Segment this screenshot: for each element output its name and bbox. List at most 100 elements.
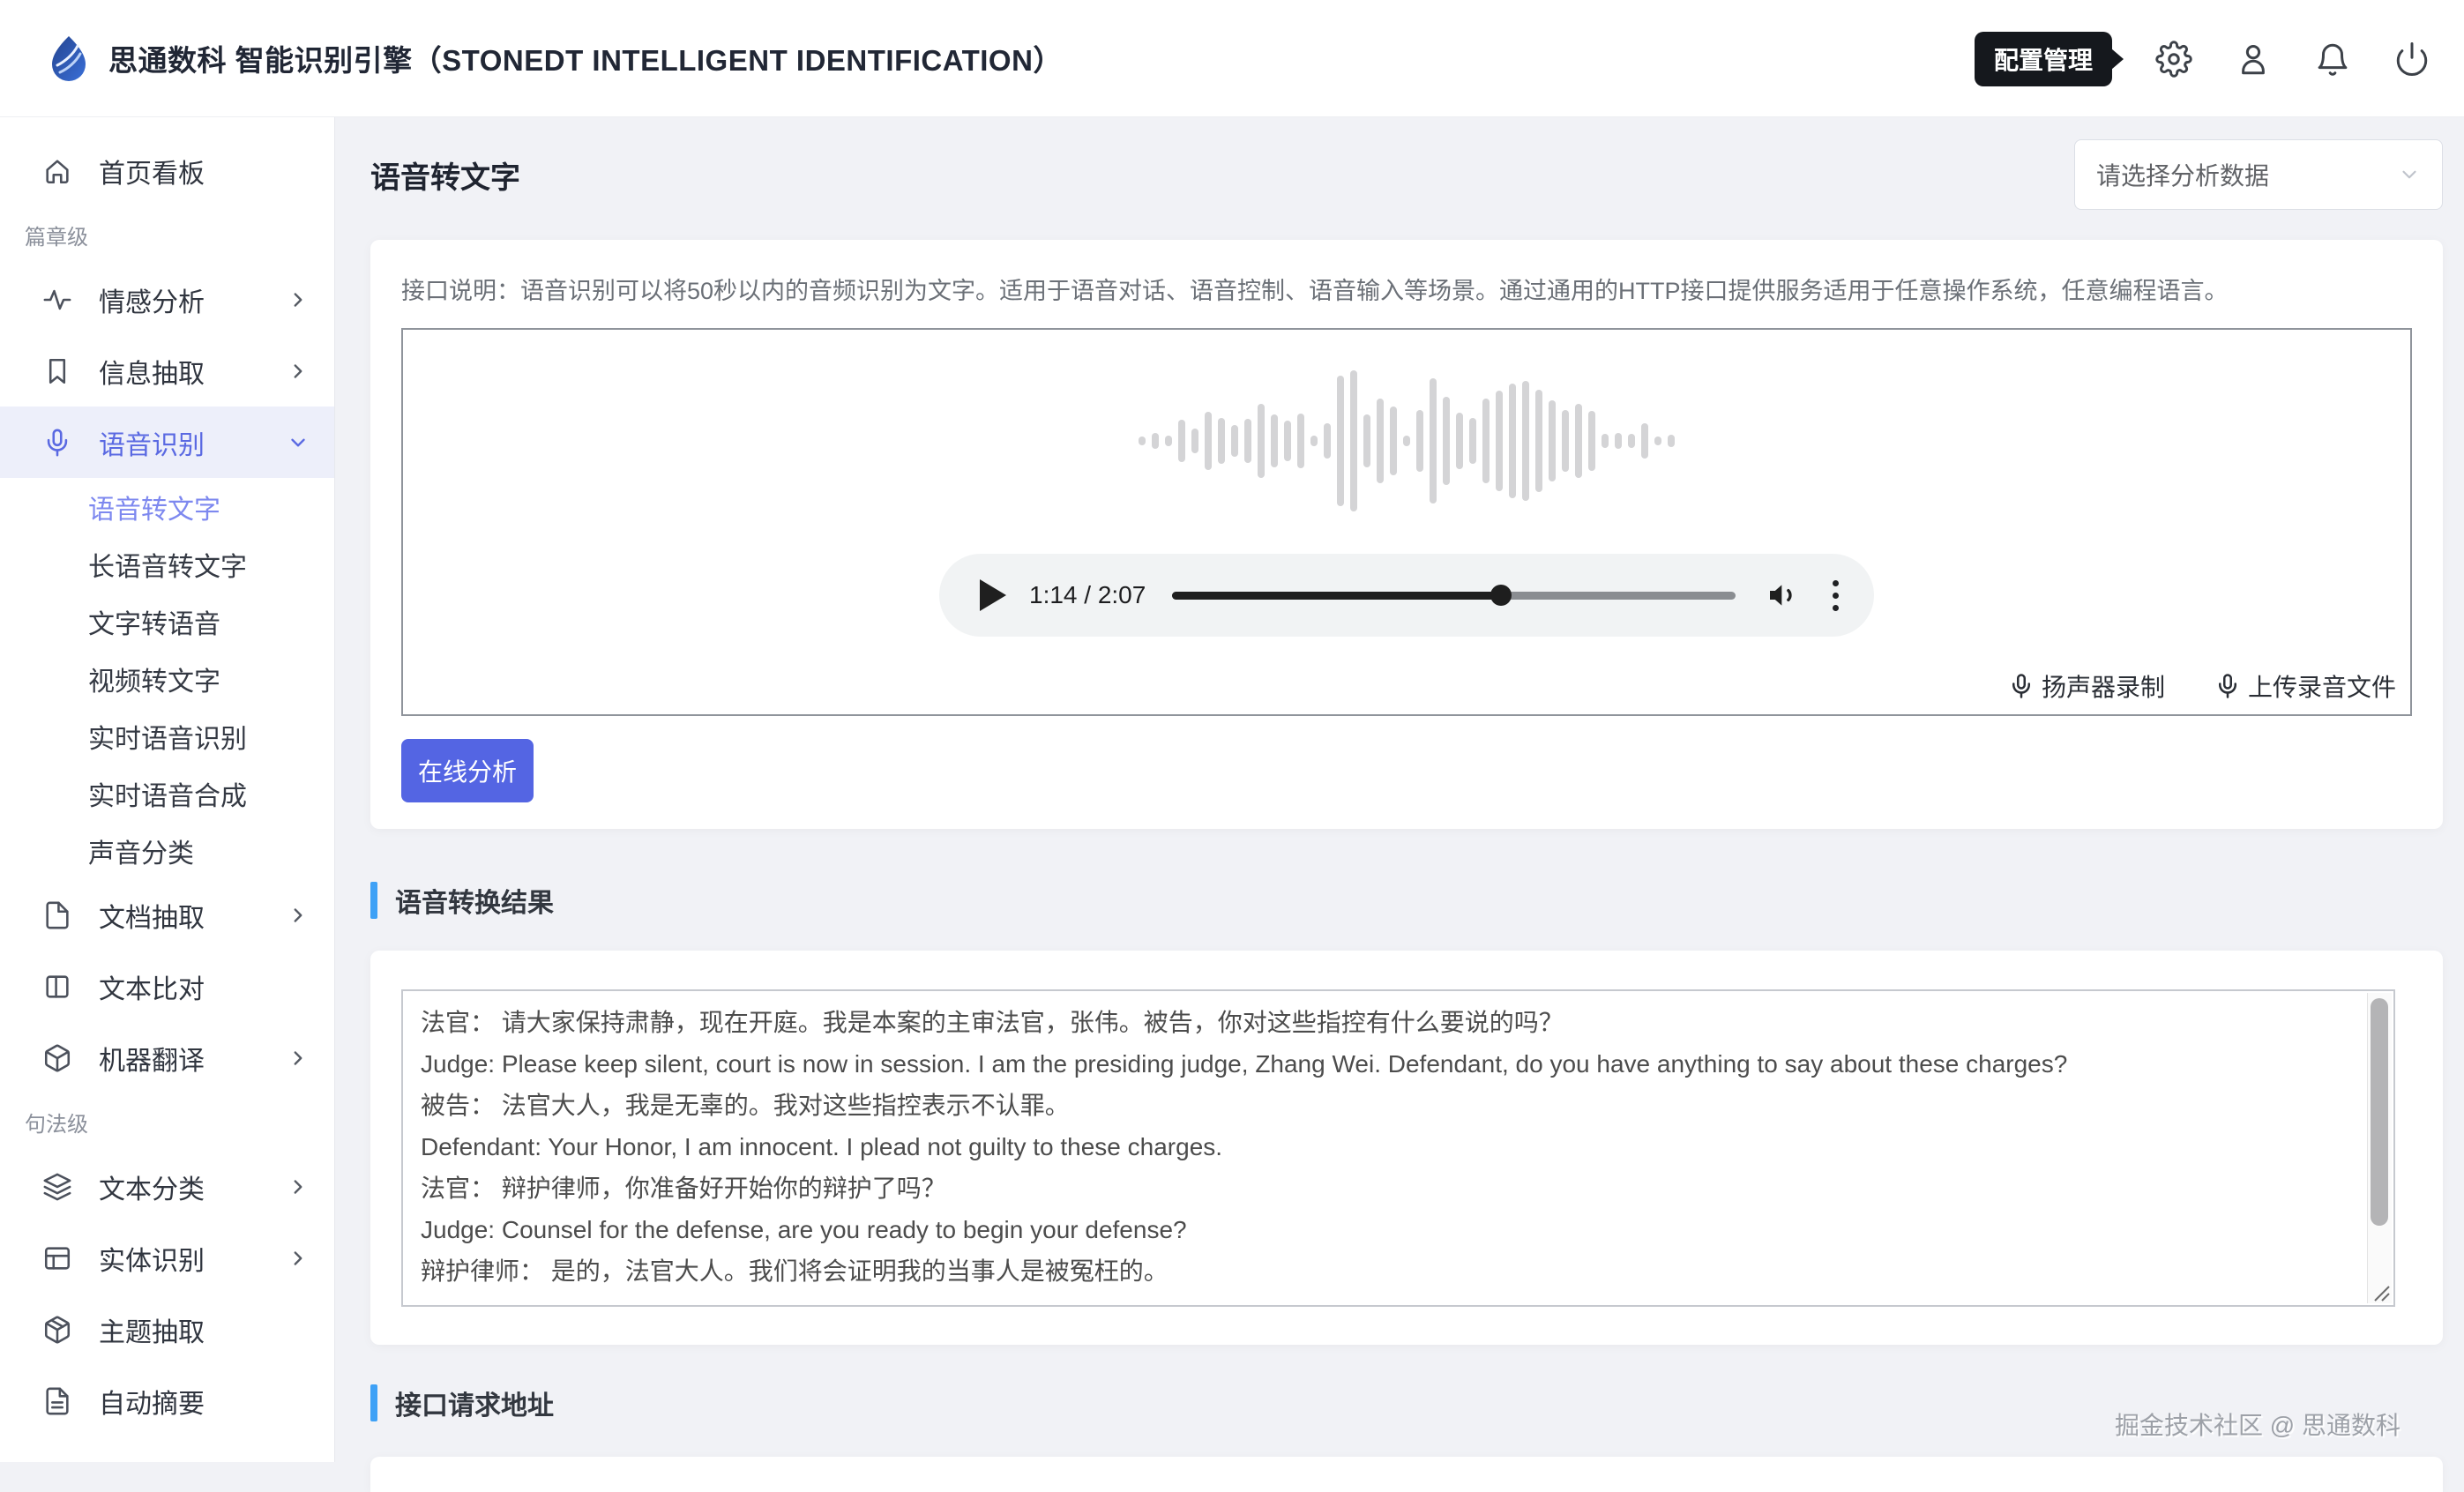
waveform-bar (1416, 410, 1423, 472)
speaker-record-button[interactable]: 扬声器录制 (2008, 668, 2165, 704)
seek-bar[interactable] (1172, 592, 1736, 600)
sidebar-item-machine-translation[interactable]: 机器翻译 (0, 1022, 334, 1093)
sidebar-subitem-text-to-speech[interactable]: 文字转语音 (0, 593, 334, 650)
transcript-line: 被告： 法官大人，我是无辜的。我对这些指控表示不认罪。 (421, 1085, 2341, 1126)
sidebar-subitem-realtime-speech-synthesis[interactable]: 实时语音合成 (0, 765, 334, 822)
watermark: 掘金技术社区 @ 思通数科 (2115, 1406, 2401, 1442)
data-select[interactable]: 请选择分析数据 (2074, 139, 2443, 210)
waveform-bar (1310, 436, 1318, 446)
sidebar-item-information-extraction[interactable]: 信息抽取 (0, 335, 334, 407)
user-icon[interactable] (2234, 40, 2273, 78)
waveform-bar (1628, 434, 1635, 448)
transcript-line: 辩护律师： 是的，法官大人。我们将会证明我的当事人是被冤枉的。 (421, 1250, 2341, 1292)
sidebar-item-document-extraction[interactable]: 文档抽取 (0, 879, 334, 951)
waveform-bar (1271, 414, 1278, 467)
sidebar-subitem-video-to-text[interactable]: 视频转文字 (0, 650, 334, 707)
power-icon[interactable] (2393, 40, 2431, 78)
file-text-icon (42, 1386, 72, 1416)
sidebar-subitem-long-speech-to-text[interactable]: 长语音转文字 (0, 535, 334, 593)
package-icon (42, 1315, 72, 1345)
chevron-right-icon (287, 1175, 310, 1198)
waveform-bar (1668, 435, 1675, 447)
waveform-bar (1390, 407, 1397, 475)
waveform-bar (1350, 370, 1357, 511)
resize-grip-icon[interactable] (2368, 1279, 2391, 1302)
waveform-bar (1152, 433, 1159, 449)
upload-audio-label: 上传录音文件 (2248, 668, 2396, 704)
transcript-line: 法官： 请大家保持肃静，现在开庭。我是本案的主审法官，张伟。被告，你对这些指控有… (421, 1002, 2341, 1043)
api-section-title: 接口请求地址 (395, 1384, 554, 1422)
sidebar-subitem-speech-to-text[interactable]: 语音转文字 (0, 478, 334, 535)
waveform-bar (1403, 436, 1410, 446)
sidebar-subitem-sound-classification[interactable]: 声音分类 (0, 822, 334, 879)
settings-icon[interactable] (2154, 40, 2193, 78)
scrollbar-thumb[interactable] (2371, 998, 2388, 1226)
waveform-bar (1244, 419, 1251, 463)
speaker-record-label: 扬声器录制 (2042, 668, 2165, 704)
waveform-bar (1654, 436, 1661, 445)
waveform-bar (1469, 418, 1476, 464)
volume-icon[interactable] (1766, 578, 1801, 613)
waveform-bar (1456, 413, 1463, 469)
waveform-bar (1178, 420, 1185, 462)
main-content: 语音转文字 请选择分析数据 接口说明：语音识别可以将50秒以内的音频识别为文字。… (335, 117, 2464, 1462)
sidebar-item-speech-recognition[interactable]: 语音识别 (0, 407, 334, 478)
transcript-line: Defendant: Your Honor, I am innocent. I … (421, 1126, 2341, 1167)
layout-icon (42, 1243, 72, 1273)
sidebar-item-home-dashboard[interactable]: 首页看板 (0, 135, 334, 206)
transcript-textarea[interactable]: 法官： 请大家保持肃静，现在开庭。我是本案的主审法官，张伟。被告，你对这些指控有… (401, 989, 2395, 1307)
sidebar-item-auto-summary[interactable]: 自动摘要 (0, 1365, 334, 1436)
waveform-bar (1205, 412, 1212, 470)
chevron-right-icon (287, 1047, 310, 1070)
sidebar-item-text-classification[interactable]: 文本分类 (0, 1151, 334, 1222)
transcript-line: Judge: Counsel for the defense, are you … (421, 1209, 2341, 1250)
sidebar-item-sentiment-analysis[interactable]: 情感分析 (0, 264, 334, 335)
box-icon (42, 1043, 72, 1073)
app-logo-icon (49, 35, 89, 81)
chevron-right-icon (287, 360, 310, 383)
sidebar-item-entity-recognition[interactable]: 实体识别 (0, 1222, 334, 1294)
waveform-bar (1602, 434, 1609, 448)
app-header: 思通数科 智能识别引擎（STONEDT INTELLIGENT IDENTIFI… (0, 0, 2464, 117)
api-description: 接口说明：语音识别可以将50秒以内的音频识别为文字。适用于语音对话、语音控制、语… (401, 272, 2412, 306)
more-options-icon[interactable] (1827, 575, 1844, 616)
waveform-bar (1284, 421, 1291, 461)
home-icon (42, 156, 72, 186)
sidebar-item-text-comparison[interactable]: 文本比对 (0, 951, 334, 1022)
transcript-line: 法官： 辩护律师，你准备好开始你的辩护了吗？ (421, 1167, 2341, 1209)
page-title: 语音转文字 (370, 153, 520, 197)
waveform-bar (1641, 423, 1648, 459)
layers-icon (42, 1172, 72, 1202)
waveform-bar (1139, 436, 1146, 445)
audio-input-card: 接口说明：语音识别可以将50秒以内的音频识别为文字。适用于语音对话、语音控制、语… (370, 240, 2443, 829)
time-display: 1:14 / 2:07 (1029, 581, 1146, 609)
audio-box: 1:14 / 2:07 扬声器录制 (401, 328, 2412, 716)
sidebar-item-topic-extraction[interactable]: 主题抽取 (0, 1294, 334, 1365)
mic-icon (42, 428, 72, 458)
seek-thumb[interactable] (1490, 585, 1512, 606)
bell-icon[interactable] (2313, 40, 2352, 78)
analyze-button[interactable]: 在线分析 (401, 739, 534, 802)
api-section-header: 接口请求地址 (370, 1384, 554, 1421)
waveform-bar (1191, 429, 1198, 453)
sidebar-subitem-realtime-speech-recognition[interactable]: 实时语音识别 (0, 707, 334, 765)
waveform (1139, 363, 1675, 518)
audio-player: 1:14 / 2:07 (939, 554, 1874, 637)
play-button[interactable] (980, 579, 1006, 611)
waveform-bar (1535, 390, 1542, 492)
section-accent-bar (370, 1384, 377, 1421)
sidebar-section-syntax-label: 句法级 (0, 1093, 334, 1151)
waveform-bar (1522, 381, 1529, 501)
transcript-scrollbar[interactable] (2367, 993, 2392, 1303)
waveform-bar (1218, 418, 1225, 464)
result-card: 法官： 请大家保持肃静，现在开庭。我是本案的主审法官，张伟。被告，你对这些指控有… (370, 951, 2443, 1345)
header-actions: 配置管理 (1975, 0, 2431, 117)
waveform-bar (1363, 414, 1370, 467)
chevron-down-icon (287, 431, 310, 454)
pulse-icon (42, 285, 72, 315)
sidebar: 首页看板篇章级情感分析信息抽取语音识别语音转文字长语音转文字文字转语音视频转文字… (0, 117, 335, 1462)
chevron-right-icon (287, 288, 310, 311)
section-accent-bar (370, 882, 377, 919)
upload-audio-button[interactable]: 上传录音文件 (2214, 668, 2396, 704)
chevron-down-icon (2398, 163, 2421, 186)
